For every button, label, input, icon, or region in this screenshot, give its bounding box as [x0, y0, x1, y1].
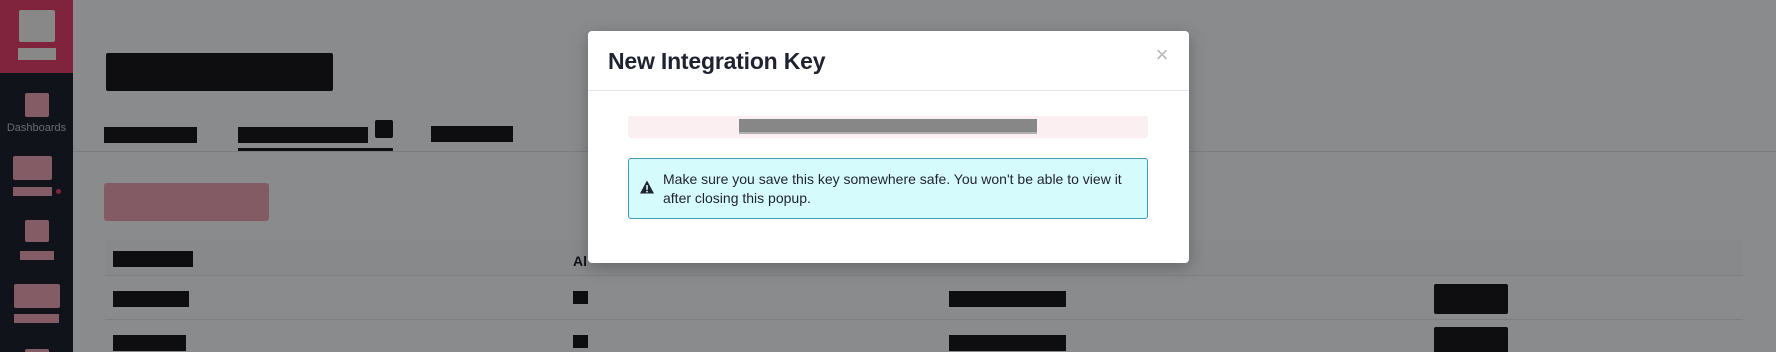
alert-message: Make sure you save this key somewhere sa… [663, 171, 1122, 206]
modal-title: New Integration Key [608, 48, 826, 74]
save-key-alert: Make sure you save this key somewhere sa… [628, 158, 1148, 219]
warning-icon [640, 180, 654, 194]
close-icon[interactable]: × [1150, 43, 1174, 67]
integration-key-value[interactable] [628, 116, 1148, 138]
redacted-key [739, 119, 1037, 134]
integration-key-modal: New Integration Key × Make sure you save… [588, 31, 1189, 263]
modal-header: New Integration Key × [588, 31, 1189, 91]
